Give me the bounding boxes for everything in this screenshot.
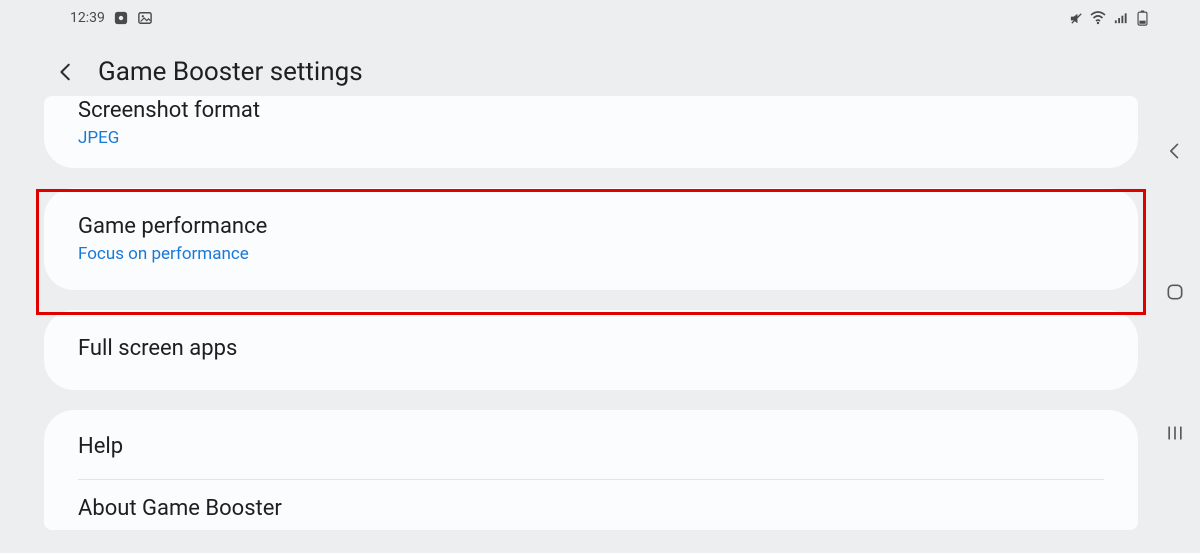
page-title: Game Booster settings [98, 57, 363, 87]
setting-item-full-screen-apps[interactable]: Full screen apps [44, 310, 1138, 390]
settings-glyph-icon [113, 10, 129, 26]
status-time: 12:39 [70, 10, 105, 26]
setting-value: Focus on performance [78, 244, 1104, 264]
divider [78, 479, 1104, 480]
nav-back-button[interactable] [1161, 137, 1189, 165]
chevron-left-icon [55, 61, 77, 83]
wifi-icon [1090, 10, 1106, 26]
nav-recents-button[interactable] [1161, 419, 1189, 447]
system-nav-bar [1154, 0, 1196, 553]
setting-item-help[interactable]: Help [78, 432, 1104, 462]
gallery-glyph-icon [137, 10, 153, 26]
setting-item-about[interactable]: About Game Booster [78, 494, 1104, 524]
signal-icon [1112, 10, 1128, 26]
status-bar: 12:39 [0, 6, 1200, 30]
setting-value: JPEG [78, 128, 1104, 148]
page-header: Game Booster settings [52, 50, 1140, 94]
three-bars-icon [1165, 423, 1185, 443]
setting-item-screenshot-format[interactable]: Screenshot format JPEG [44, 96, 1138, 168]
battery-icon [1134, 10, 1150, 26]
setting-title: Screenshot format [78, 99, 1104, 123]
mute-icon [1068, 10, 1084, 26]
chevron-left-icon [1165, 141, 1185, 161]
setting-group-info: Help About Game Booster [44, 410, 1138, 530]
back-button[interactable] [52, 58, 80, 86]
rounded-square-icon [1165, 282, 1185, 302]
setting-item-game-performance[interactable]: Game performance Focus on performance [44, 188, 1138, 290]
setting-title: Game performance [78, 212, 1104, 242]
nav-home-button[interactable] [1161, 278, 1189, 306]
settings-list: Screenshot format JPEG Game performance … [44, 96, 1138, 550]
setting-title: Full screen apps [78, 334, 1104, 364]
